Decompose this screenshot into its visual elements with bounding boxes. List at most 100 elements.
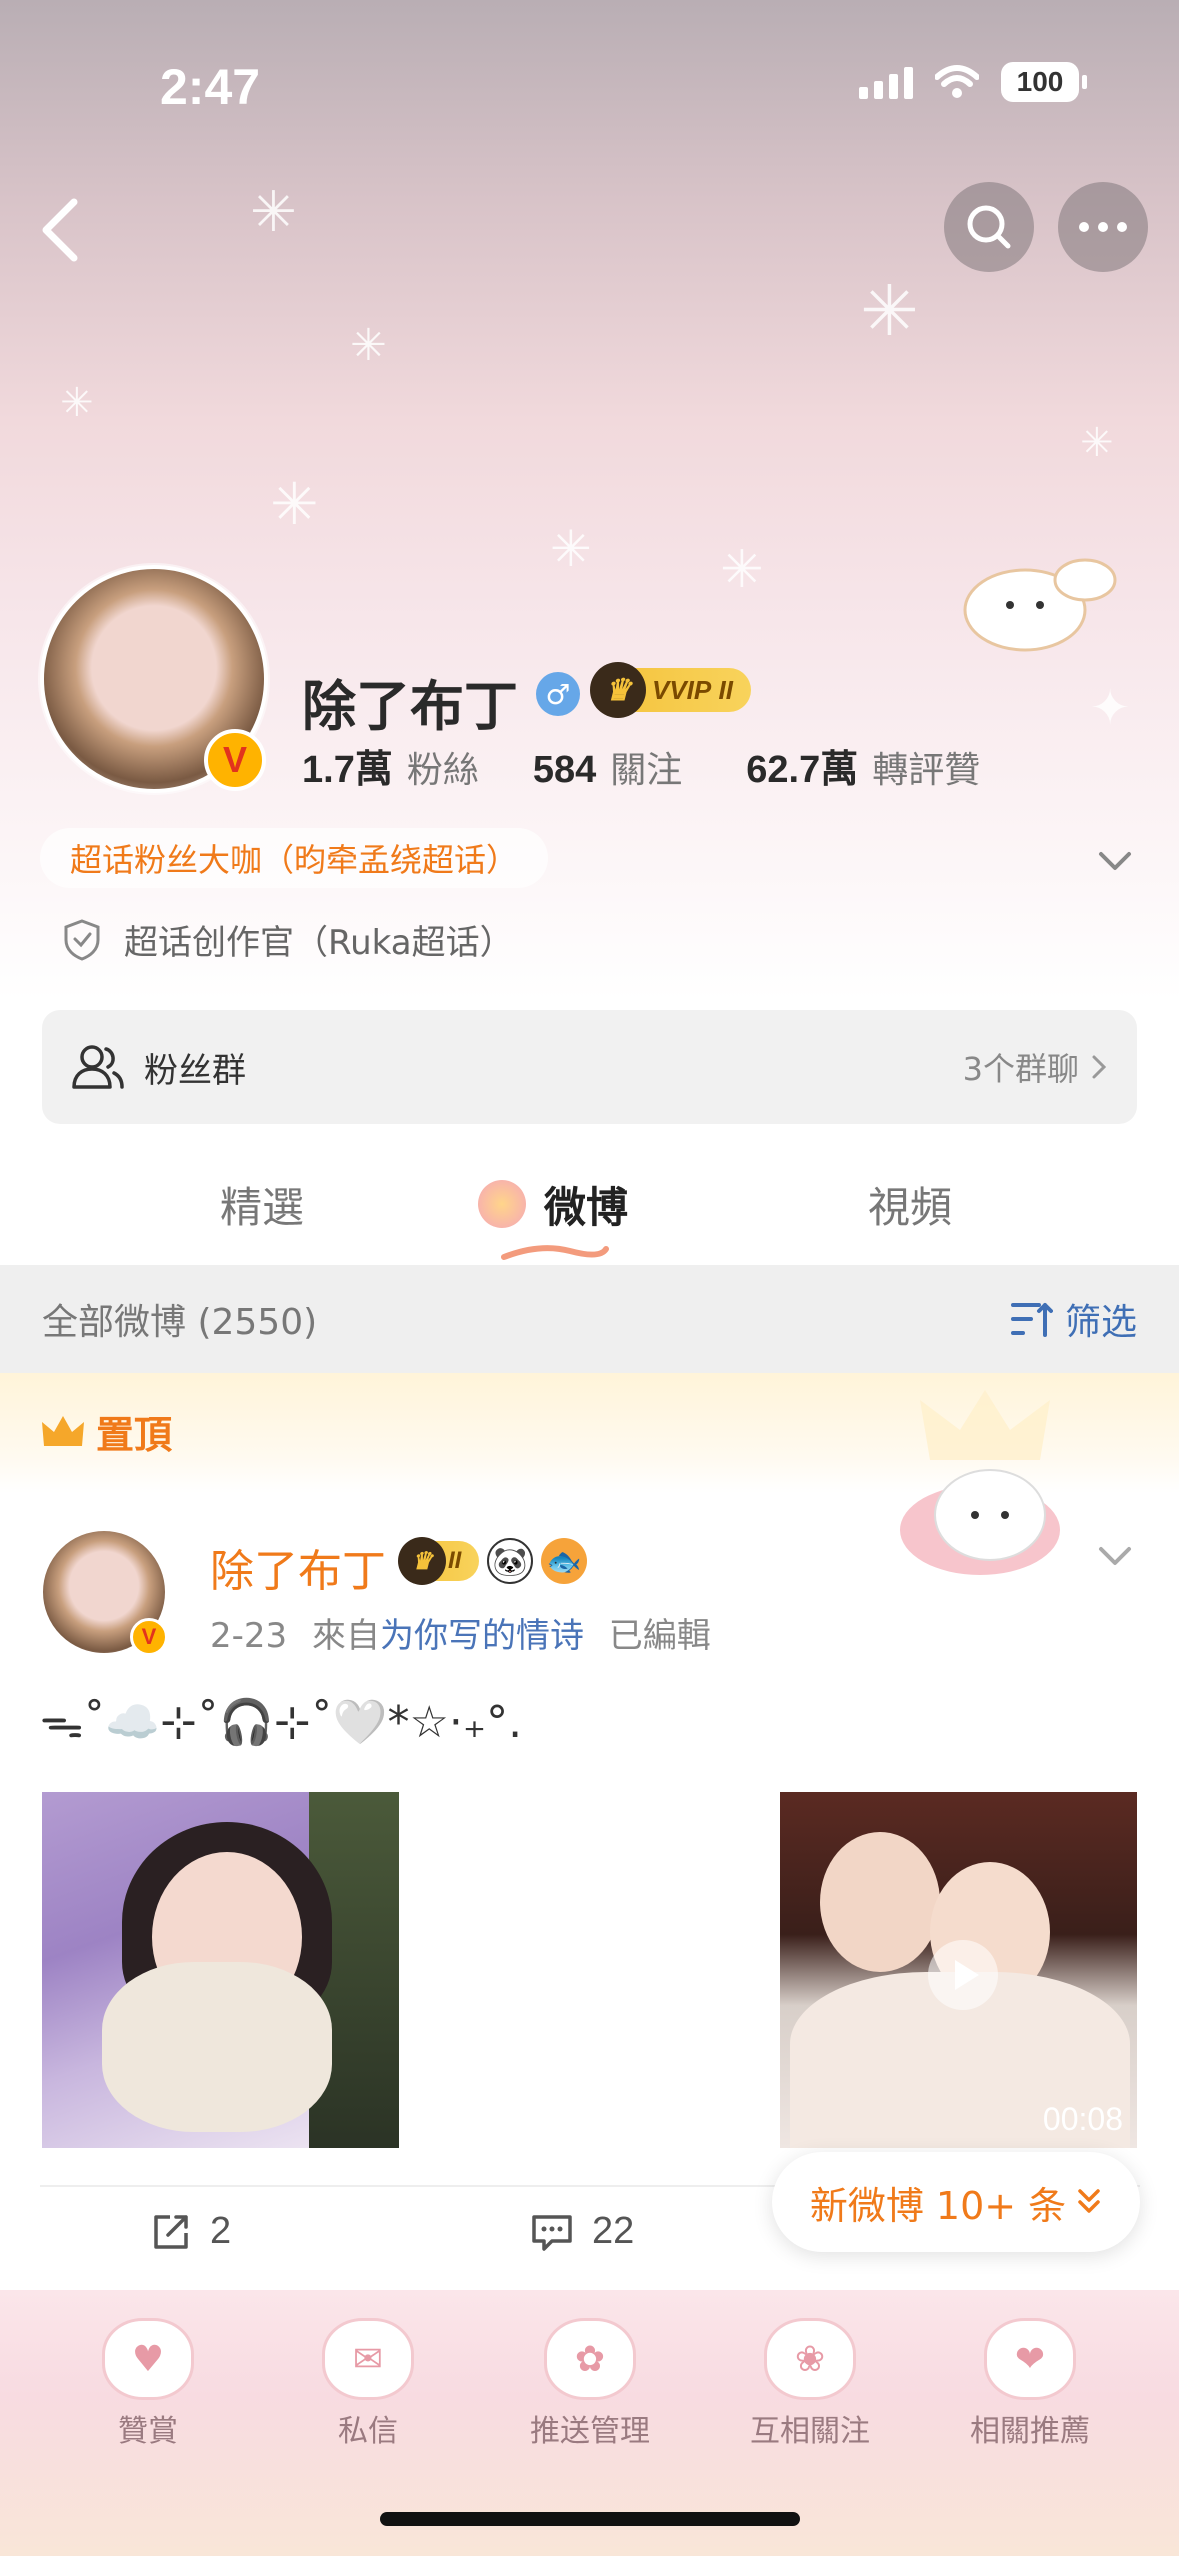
sparkle-icon: ✳ bbox=[550, 520, 592, 578]
bottom-item-message[interactable]: ✉ 私信 bbox=[288, 2318, 448, 2450]
fish-icon: 🐟 bbox=[541, 1538, 588, 1584]
tab-weibo[interactable]: 微博 bbox=[544, 1174, 628, 1235]
bottom-item-label: 互相關注 bbox=[750, 2414, 870, 2449]
photo-plush-toy bbox=[102, 1962, 332, 2132]
pinned-text: 置頂 bbox=[96, 1413, 173, 1457]
post-author-avatar[interactable]: V bbox=[40, 1528, 168, 1656]
search-button[interactable] bbox=[944, 182, 1034, 272]
sparkle-icon: ✳ bbox=[720, 540, 764, 600]
stat-interactions[interactable]: 62.7萬 轉評贊 bbox=[746, 738, 980, 793]
home-indicator[interactable] bbox=[380, 2512, 800, 2526]
wifi-icon bbox=[935, 65, 979, 98]
double-chevron-down-icon bbox=[1078, 2189, 1100, 2213]
stat-value: 584 bbox=[532, 749, 597, 791]
sparkle-icon: ✳ bbox=[60, 380, 94, 426]
stat-following[interactable]: 584 關注 bbox=[533, 741, 682, 793]
bottom-item-mutual-follow[interactable]: ❀ 互相關注 bbox=[730, 2318, 890, 2450]
post-edited: 已編輯 bbox=[608, 1616, 711, 1656]
vvip-badge-level: II bbox=[718, 674, 733, 705]
sparkle-icon: ✳ bbox=[270, 470, 319, 538]
tab-videos[interactable]: 視頻 bbox=[868, 1174, 952, 1235]
status-time: 2:47 bbox=[160, 59, 261, 115]
stat-value: 1.7萬 bbox=[302, 749, 393, 791]
panda-icon: 🐼 bbox=[487, 1538, 534, 1584]
feed-filter-bar: 全部微博 (2550) 筛选 bbox=[0, 1265, 1179, 1373]
photo-person bbox=[820, 1832, 940, 1972]
male-gender-icon: ♂ bbox=[536, 672, 580, 716]
chevron-down-icon[interactable] bbox=[1095, 840, 1135, 880]
post-video-thumbnail[interactable]: 00:08 bbox=[780, 1792, 1137, 2148]
vvip-badge-text: VVIP bbox=[652, 674, 712, 705]
profile-page: ✳ ✳ ✳ ✳ ✳ ✳ ✳ ✳ ✦ 2:47 100 V 除了布丁 ♂ ♛ VV… bbox=[0, 0, 1179, 2556]
bottom-item-recommend[interactable]: ❤ 相關推薦 bbox=[950, 2318, 1110, 2450]
bottom-item-tip[interactable]: ♥ 贊賞 bbox=[68, 2318, 228, 2450]
pinned-label: 置頂 bbox=[40, 1404, 172, 1459]
crown-icon bbox=[42, 1415, 84, 1446]
fan-group-count: 3个群聊 bbox=[963, 1044, 1109, 1090]
comment-button[interactable]: 22 bbox=[530, 2210, 634, 2253]
stat-label: 關注 bbox=[610, 750, 683, 791]
fan-group-label: 粉丝群 bbox=[144, 1050, 246, 1091]
creator-title-row[interactable]: 超话创作官（Ruka超话） bbox=[62, 915, 514, 964]
verified-v-badge: V bbox=[204, 729, 266, 791]
post-menu-chevron-icon[interactable] bbox=[1095, 1535, 1135, 1575]
profile-name: 除了布丁 bbox=[302, 675, 518, 738]
cellular-signal-icon bbox=[859, 65, 913, 99]
active-tab-underline bbox=[501, 1245, 609, 1260]
vip-badge[interactable]: ♛ II bbox=[398, 1537, 480, 1585]
shield-check-icon bbox=[64, 918, 100, 961]
search-icon bbox=[967, 205, 1011, 249]
vvip-badge[interactable]: ♛ VVIP II bbox=[590, 662, 751, 718]
post-source-prefix: 來自 bbox=[311, 1616, 380, 1656]
verified-v-badge: V bbox=[130, 1618, 168, 1656]
post-date: 2-23 bbox=[210, 1616, 288, 1656]
comment-icon bbox=[532, 2214, 572, 2251]
puppy-push-icon: ✿ bbox=[544, 2318, 636, 2400]
profile-avatar[interactable]: V bbox=[40, 565, 268, 793]
stat-label: 粉絲 bbox=[406, 750, 479, 791]
tab-featured[interactable]: 精選 bbox=[220, 1174, 304, 1235]
filter-sort-icon bbox=[1010, 1303, 1053, 1337]
more-dots-icon bbox=[1079, 222, 1127, 232]
sparkle-icon: ✳ bbox=[350, 320, 387, 371]
share-icon bbox=[154, 2214, 188, 2249]
bottom-item-push-settings[interactable]: ✿ 推送管理 bbox=[510, 2318, 670, 2450]
puppy-follow-icon: ❀ bbox=[764, 2318, 856, 2400]
repost-button[interactable]: 2 bbox=[150, 2210, 231, 2253]
creator-title: 超话创作官（Ruka超话） bbox=[124, 923, 514, 963]
filter-button[interactable]: 筛选 bbox=[1009, 1293, 1137, 1345]
new-posts-pill[interactable]: 新微博 10+ 条 bbox=[772, 2152, 1140, 2252]
bottom-item-label: 相關推薦 bbox=[970, 2414, 1090, 2449]
video-duration: 00:08 bbox=[1042, 2101, 1123, 2137]
sparkle-icon: ✳ bbox=[250, 180, 297, 245]
post-meta: 2-23 來自为你写的情诗 已編輯 bbox=[210, 1608, 711, 1657]
comment-count: 22 bbox=[592, 2210, 635, 2252]
crown-icon: ♛ bbox=[590, 662, 646, 718]
group-users-icon bbox=[72, 1045, 124, 1089]
fan-group-count-text: 3个群聊 bbox=[962, 1050, 1079, 1088]
sparkle-icon: ✦ bbox=[1090, 680, 1131, 736]
sparkle-icon: ✳ bbox=[1080, 420, 1114, 466]
stat-value: 62.7萬 bbox=[746, 749, 859, 791]
post-image-1[interactable] bbox=[42, 1792, 399, 2148]
battery-indicator: 100 bbox=[1001, 62, 1087, 102]
post-author-name[interactable]: 除了布丁 bbox=[210, 1535, 386, 1599]
post-source[interactable]: 为你写的情诗 bbox=[380, 1616, 584, 1656]
sparkle-icon: ✳ bbox=[860, 270, 919, 352]
bottom-item-label: 私信 bbox=[338, 2414, 398, 2449]
play-icon[interactable] bbox=[928, 1940, 998, 2010]
angel-puppy-sticker bbox=[963, 558, 1117, 652]
puppy-heart-icon: ❤ bbox=[984, 2318, 1076, 2400]
new-posts-text: 新微博 10+ 条 bbox=[809, 2183, 1067, 2228]
fan-group-row[interactable]: 粉丝群 3个群聊 bbox=[42, 1010, 1137, 1124]
back-button[interactable] bbox=[30, 190, 110, 270]
crown-icon: ♛ bbox=[398, 1537, 446, 1585]
puppy-tip-icon: ♥ bbox=[102, 2318, 194, 2400]
stat-followers[interactable]: 1.7萬 粉絲 bbox=[302, 738, 479, 793]
vip-level: II bbox=[448, 1547, 462, 1574]
puppy-message-icon: ✉ bbox=[322, 2318, 414, 2400]
more-options-button[interactable] bbox=[1058, 182, 1148, 272]
filter-label: 筛选 bbox=[1064, 1302, 1137, 1343]
supertopic-fan-chip[interactable]: 超话粉丝大咖（昀牵孟绕超话） bbox=[40, 828, 549, 888]
bottom-item-label: 贊賞 bbox=[118, 2414, 178, 2449]
